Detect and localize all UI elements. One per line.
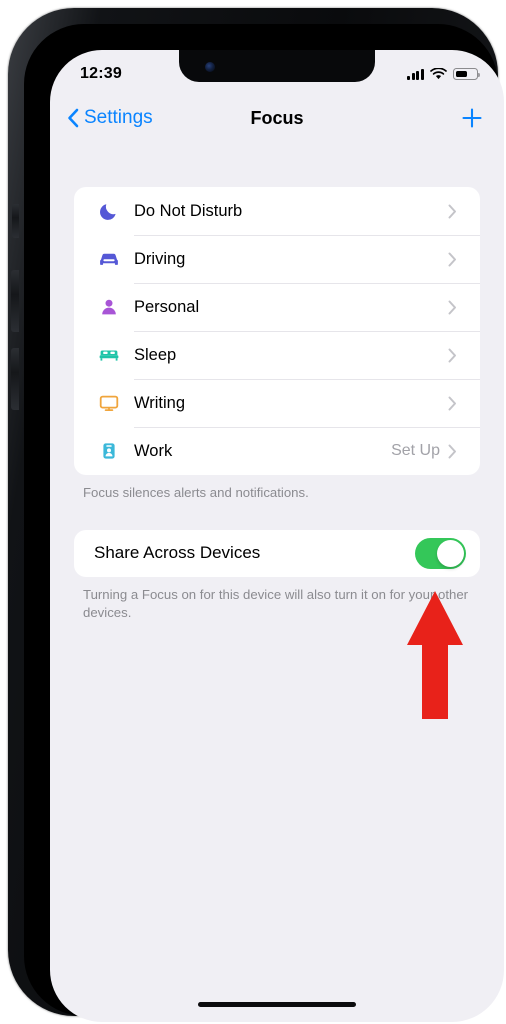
- chevron-right-icon: [448, 444, 480, 459]
- share-across-devices-row: Share Across Devices: [74, 530, 480, 577]
- back-label: Settings: [84, 107, 153, 128]
- front-camera-icon: [205, 62, 215, 72]
- share-across-devices-label: Share Across Devices: [94, 543, 261, 563]
- list-item-label: Work: [134, 441, 173, 460]
- chevron-right-icon: [448, 396, 480, 411]
- car-icon: [92, 247, 126, 271]
- chevron-right-icon: [448, 252, 480, 267]
- share-across-devices-card: Share Across Devices: [74, 529, 480, 577]
- settings-content: Do Not Disturb Driving Personal Sleep Wr…: [50, 142, 504, 1022]
- moon-icon: [92, 200, 126, 222]
- phone-inner-bezel: 12:39 Settings Focus Do Not Disturb Driv…: [24, 24, 504, 1022]
- volume-down-button[interactable]: [11, 348, 19, 410]
- list-item-sleep[interactable]: Sleep: [74, 331, 480, 379]
- chevron-right-icon: [448, 204, 480, 219]
- wifi-icon: [430, 68, 447, 80]
- chevron-right-icon: [448, 300, 480, 315]
- battery-icon: [453, 68, 481, 80]
- list-item-personal[interactable]: Personal: [74, 283, 480, 331]
- add-focus-button[interactable]: [460, 106, 484, 130]
- focus-list-footnote: Focus silences alerts and notifications.: [83, 485, 309, 500]
- list-item-driving[interactable]: Driving: [74, 235, 480, 283]
- phone-screen: 12:39 Settings Focus Do Not Disturb Driv…: [50, 50, 504, 1022]
- list-item-label: Do Not Disturb: [134, 201, 243, 220]
- status-time: 12:39: [80, 65, 122, 82]
- share-across-devices-toggle[interactable]: [415, 537, 466, 569]
- screenshot-stage: 12:39 Settings Focus Do Not Disturb Driv…: [0, 0, 506, 1024]
- home-indicator[interactable]: [198, 1002, 356, 1007]
- bed-icon: [92, 343, 126, 367]
- silence-switch-button[interactable]: [12, 204, 19, 238]
- cellular-signal-icon: [407, 68, 424, 80]
- list-item-writing[interactable]: Writing: [74, 379, 480, 427]
- focus-list-card: Do Not Disturb Driving Personal Sleep Wr…: [74, 187, 480, 475]
- toggle-knob: [437, 539, 464, 567]
- status-indicators: [407, 64, 481, 80]
- list-item-label: Personal: [134, 297, 200, 316]
- list-item-label: Sleep: [134, 345, 177, 364]
- battery-fill: [455, 70, 467, 78]
- navigation-bar: Settings Focus: [50, 94, 504, 142]
- list-item-label: Writing: [134, 393, 186, 412]
- notch: [179, 50, 375, 82]
- list-item-work[interactable]: Work Set Up: [74, 427, 480, 475]
- list-item-do-not-disturb[interactable]: Do Not Disturb: [74, 187, 480, 235]
- share-across-devices-footnote: Turning a Focus on for this device will …: [83, 586, 469, 621]
- chevron-left-icon: [68, 108, 79, 128]
- monitor-icon: [92, 391, 126, 415]
- list-item-label: Driving: [134, 249, 186, 268]
- phone-frame: 12:39 Settings Focus Do Not Disturb Driv…: [8, 8, 504, 1022]
- id-badge-icon: [92, 440, 126, 462]
- volume-up-button[interactable]: [11, 270, 19, 332]
- list-item-value: Set Up: [391, 442, 440, 459]
- chevron-right-icon: [448, 348, 480, 363]
- person-icon: [92, 296, 126, 318]
- plus-icon: [462, 108, 482, 128]
- back-to-settings-button[interactable]: Settings: [67, 107, 153, 129]
